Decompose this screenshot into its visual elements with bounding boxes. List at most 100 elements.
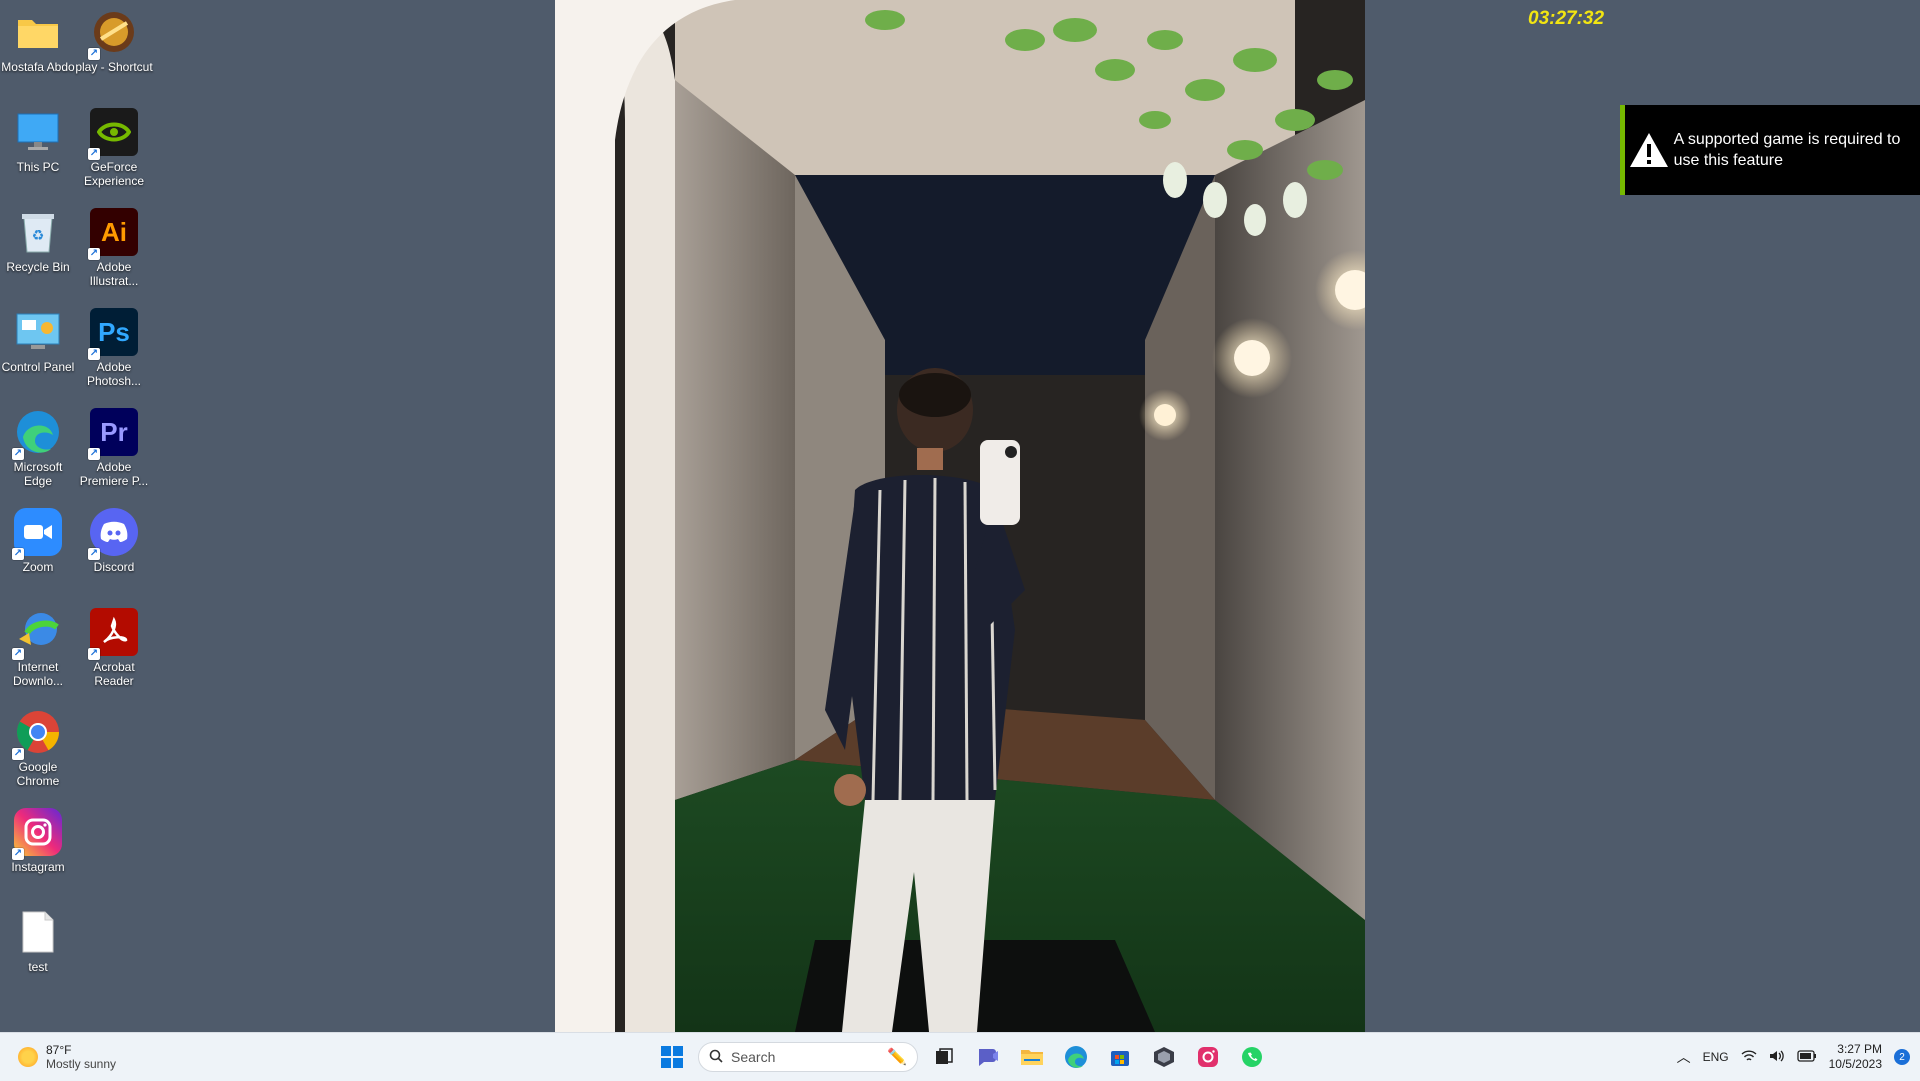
weather-condition: Mostly sunny bbox=[46, 1057, 117, 1071]
desktop-icon-acrobat-reader[interactable]: ↗ Acrobat Reader bbox=[76, 600, 152, 700]
desktop-icon-label: Adobe Illustrat... bbox=[89, 260, 139, 288]
desktop-icon-geforce-experience[interactable]: ↗ GeForce Experience bbox=[76, 100, 152, 200]
desktop-icon-label: Internet Downlo... bbox=[12, 660, 64, 688]
shortcut-arrow-icon: ↗ bbox=[88, 448, 100, 460]
desktop-icon-mostafa-abdo[interactable]: Mostafa Abdo bbox=[0, 0, 76, 100]
file-explorer-icon bbox=[1021, 1050, 1043, 1065]
folder-icon bbox=[14, 8, 62, 56]
desktop-icon-label: play - Shortcut bbox=[75, 60, 153, 74]
taskbar-pinned-apps: Search ✏️ bbox=[654, 1039, 1270, 1075]
premiere-icon: Pr ↗ bbox=[88, 408, 138, 460]
instagram-taskbar-button[interactable] bbox=[1190, 1039, 1226, 1075]
desktop-icon-label: Google Chrome bbox=[16, 760, 60, 788]
app-icon bbox=[1154, 1047, 1174, 1067]
illustrator-icon: Ai ↗ bbox=[88, 208, 138, 260]
whatsapp-taskbar-button[interactable] bbox=[1234, 1039, 1270, 1075]
desktop-icon-label: Mostafa Abdo bbox=[1, 60, 75, 74]
instagram-icon bbox=[1198, 1047, 1218, 1067]
chat-icon bbox=[979, 1049, 998, 1066]
photoshop-icon: Ps ↗ bbox=[88, 308, 138, 360]
whatsapp-icon bbox=[1242, 1047, 1262, 1067]
desktop-icon-discord[interactable]: ↗ Discord bbox=[76, 500, 152, 600]
edge-icon bbox=[1065, 1046, 1087, 1068]
clock-date: 10/5/2023 bbox=[1828, 1057, 1882, 1071]
start-button[interactable] bbox=[654, 1039, 690, 1075]
desktop-icon-adobe-premiere[interactable]: Pr ↗ Adobe Premiere P... bbox=[76, 400, 152, 500]
desktop-icon-label: Discord bbox=[93, 560, 135, 574]
desktop-icon-label: Control Panel bbox=[1, 360, 75, 374]
desktop-icon-label: Acrobat Reader bbox=[93, 660, 135, 688]
svg-text:♻: ♻ bbox=[32, 227, 45, 243]
taskbar-search-box[interactable]: Search ✏️ bbox=[698, 1042, 918, 1072]
shortcut-arrow-icon: ↗ bbox=[12, 748, 24, 760]
desktop-icon-adobe-photoshop[interactable]: Ps ↗ Adobe Photosh... bbox=[76, 300, 152, 400]
desktop-icon-label: Microsoft Edge bbox=[13, 460, 63, 488]
desktop-icon-zoom[interactable]: ↗ Zoom bbox=[0, 500, 76, 600]
shortcut-arrow-icon: ↗ bbox=[12, 548, 24, 560]
weather-temperature: 87°F bbox=[46, 1043, 72, 1057]
desktop-icon-control-panel[interactable]: Control Panel bbox=[0, 300, 76, 400]
task-view-icon bbox=[936, 1048, 953, 1064]
shortcut-arrow-icon: ↗ bbox=[12, 448, 24, 460]
monitor-icon bbox=[14, 108, 62, 156]
file-explorer-button[interactable] bbox=[1014, 1039, 1050, 1075]
desktop-icon-play-shortcut[interactable]: ↗ play - Shortcut bbox=[75, 0, 153, 100]
shortcut-arrow-icon: ↗ bbox=[88, 48, 100, 60]
recycle-bin-icon: ♻ bbox=[14, 208, 62, 256]
shortcut-arrow-icon: ↗ bbox=[88, 648, 100, 660]
game-shortcut-icon: ↗ bbox=[88, 8, 138, 60]
taskbar-clock[interactable]: 3:27 PM 10/5/2023 bbox=[1829, 1042, 1882, 1072]
text-file-icon bbox=[14, 908, 62, 956]
desktop-icon-label: Instagram bbox=[11, 860, 65, 874]
volume-icon[interactable] bbox=[1769, 1049, 1785, 1066]
desktop-icon-this-pc[interactable]: This PC bbox=[0, 100, 76, 200]
desktop-icon-recycle-bin[interactable]: ♻ Recycle Bin bbox=[0, 200, 76, 300]
idm-icon: ↗ bbox=[12, 608, 62, 660]
notification-count-badge[interactable]: 2 bbox=[1894, 1049, 1910, 1065]
app-taskbar-button[interactable] bbox=[1146, 1039, 1182, 1075]
partly-sunny-icon bbox=[18, 1047, 38, 1067]
edge-taskbar-button[interactable] bbox=[1058, 1039, 1094, 1075]
zoom-icon: ↗ bbox=[12, 508, 62, 560]
desktop-icon-test[interactable]: test bbox=[0, 900, 76, 1000]
chevron-up-icon[interactable]: ︿ bbox=[1677, 1047, 1691, 1067]
nvidia-icon: ↗ bbox=[88, 108, 138, 160]
desktop-icon-instagram[interactable]: ↗ Instagram bbox=[0, 800, 76, 900]
weather-widget[interactable]: 87°F Mostly sunny bbox=[18, 1043, 116, 1071]
store-button[interactable] bbox=[1102, 1039, 1138, 1075]
desktop-icon-google-chrome[interactable]: ↗ Google Chrome bbox=[0, 700, 76, 800]
desktop-icon-label: test bbox=[28, 960, 48, 974]
desktop-icon-internet-download-manager[interactable]: ↗ Internet Downlo... bbox=[0, 600, 76, 700]
desktop-icon-label: GeForce Experience bbox=[83, 160, 145, 188]
task-view-button[interactable] bbox=[926, 1039, 962, 1075]
discord-icon: ↗ bbox=[88, 508, 138, 560]
language-indicator[interactable]: ENG bbox=[1703, 1050, 1729, 1064]
shortcut-arrow-icon: ↗ bbox=[88, 248, 100, 260]
search-icon bbox=[709, 1049, 723, 1066]
desktop-icon-microsoft-edge[interactable]: ↗ Microsoft Edge bbox=[0, 400, 76, 500]
system-tray: ︿ ENG 3:27 PM 10/5/2023 2 bbox=[1677, 1033, 1910, 1081]
desktop-icon-label: This PC bbox=[16, 160, 60, 174]
shortcut-arrow-icon: ↗ bbox=[12, 848, 24, 860]
desktop-icon-label: Adobe Photosh... bbox=[86, 360, 142, 388]
wifi-icon[interactable] bbox=[1741, 1049, 1757, 1066]
windows-logo-icon bbox=[661, 1046, 683, 1068]
control-panel-icon bbox=[14, 308, 62, 356]
desktop-icon-adobe-illustrator[interactable]: Ai ↗ Adobe Illustrat... bbox=[76, 200, 152, 300]
chat-button[interactable] bbox=[970, 1039, 1006, 1075]
edge-icon: ↗ bbox=[12, 408, 62, 460]
acrobat-icon: ↗ bbox=[88, 608, 138, 660]
shortcut-arrow-icon: ↗ bbox=[88, 348, 100, 360]
search-highlight-icon: ✏️ bbox=[887, 1049, 907, 1066]
chrome-icon: ↗ bbox=[12, 708, 62, 760]
geforce-toast-notification: A supported game is required to use this… bbox=[1620, 105, 1920, 195]
search-placeholder: Search bbox=[731, 1049, 776, 1065]
taskbar: 87°F Mostly sunny Search ✏️ ︿ ENG 3:27 P… bbox=[0, 1032, 1920, 1081]
wallpaper-photo bbox=[555, 0, 1365, 1032]
battery-icon[interactable] bbox=[1796, 1049, 1817, 1065]
store-icon bbox=[1111, 1051, 1129, 1066]
clock-time: 3:27 PM bbox=[1837, 1042, 1882, 1056]
shortcut-arrow-icon: ↗ bbox=[12, 648, 24, 660]
desktop-icon-label: Recycle Bin bbox=[6, 260, 70, 274]
shortcut-arrow-icon: ↗ bbox=[88, 548, 100, 560]
